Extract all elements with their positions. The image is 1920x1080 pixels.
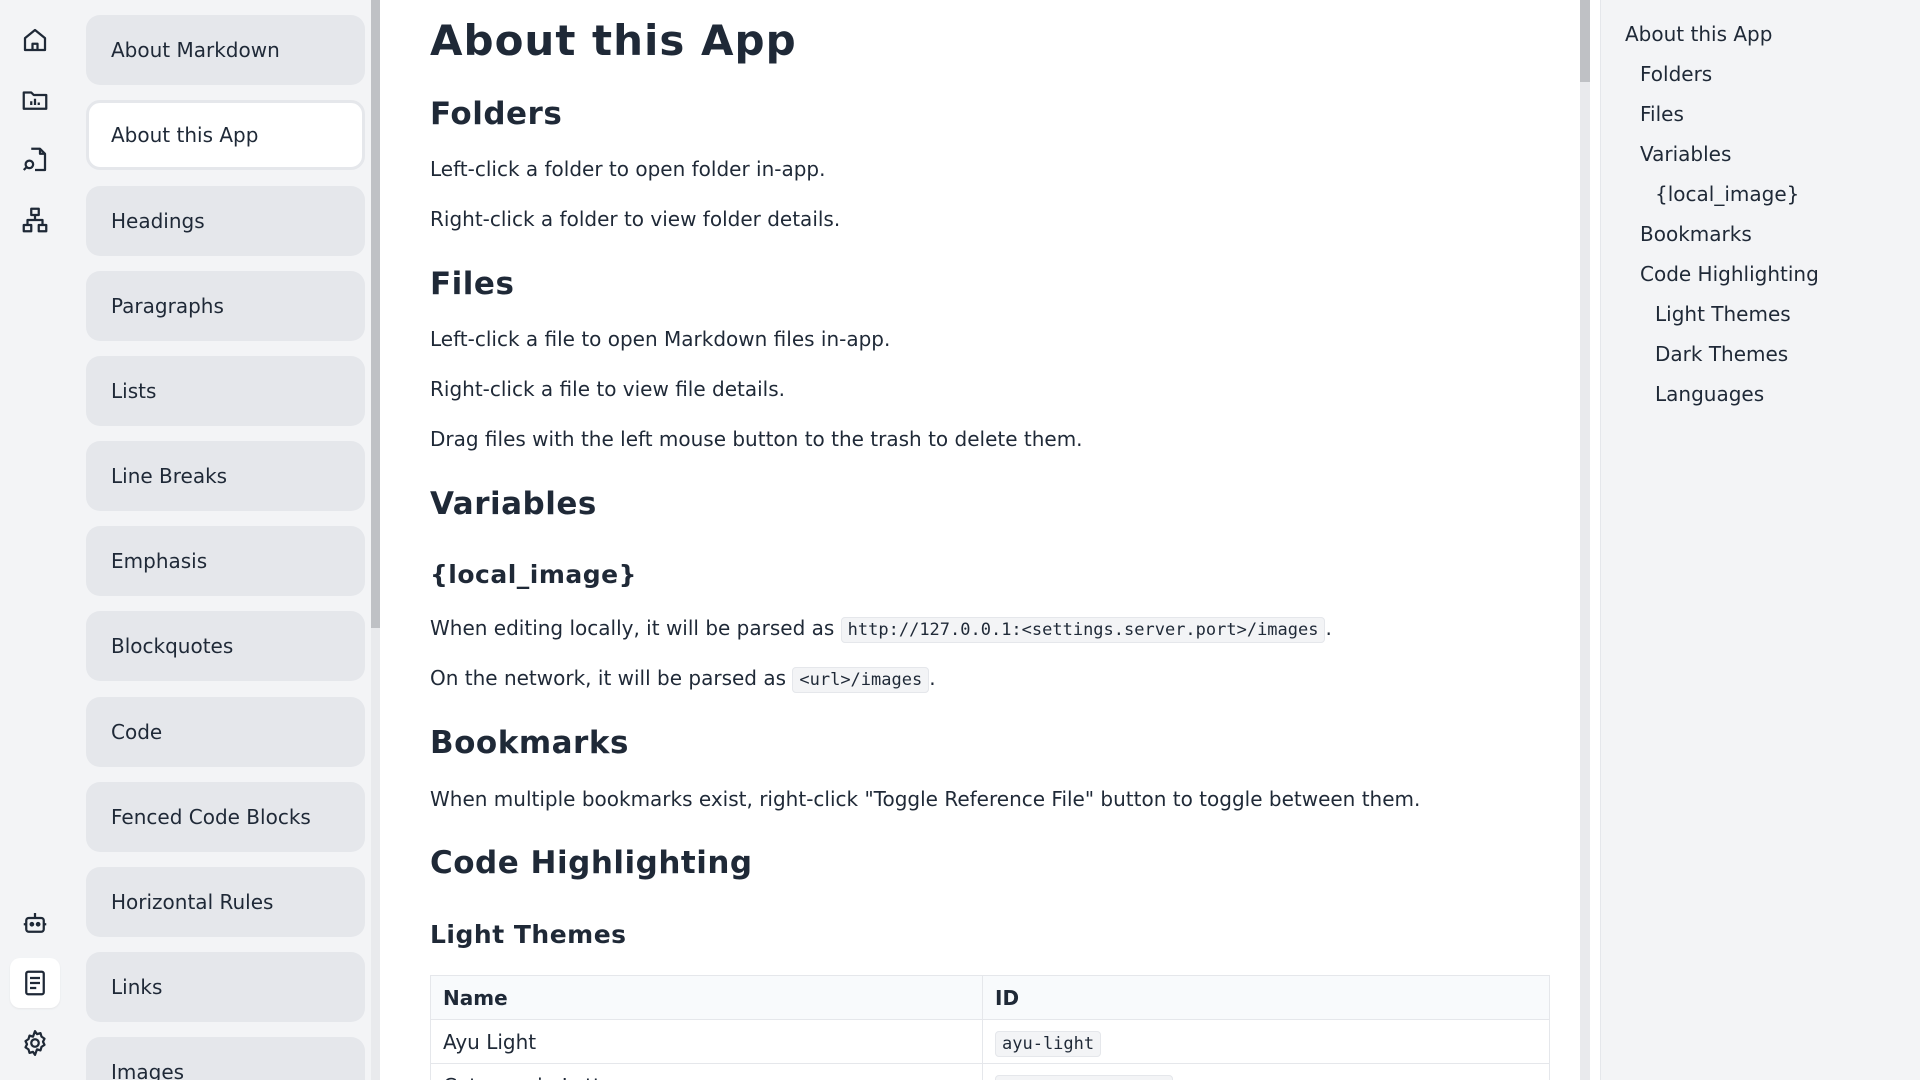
table-header-row: Name ID bbox=[430, 975, 1550, 1020]
toc-item-dark-themes[interactable]: Dark Themes bbox=[1655, 342, 1788, 366]
doc-item-label: Fenced Code Blocks bbox=[111, 805, 311, 829]
table-row: Ayu Light ayu-light bbox=[430, 1019, 1550, 1064]
paragraph: Drag files with the left mouse button to… bbox=[430, 427, 1083, 451]
column-header: ID bbox=[982, 975, 1550, 1020]
table-cell: Ayu Light bbox=[430, 1019, 983, 1064]
doclist-scrollbar[interactable] bbox=[371, 0, 380, 1080]
light-themes-table: Name ID Ayu Light ayu-light Catppuccin L… bbox=[430, 975, 1550, 1080]
heading-files: Files bbox=[430, 266, 515, 302]
heading-variables: Variables bbox=[430, 486, 597, 522]
doc-item-label: Blockquotes bbox=[111, 634, 234, 658]
column-header: Name bbox=[430, 975, 983, 1020]
table-cell: catppuccin-latte bbox=[982, 1063, 1550, 1080]
doc-item-label: Images bbox=[111, 1060, 185, 1080]
doc-item-label: Headings bbox=[111, 209, 205, 233]
toc-item-languages[interactable]: Languages bbox=[1655, 382, 1764, 406]
toc-item-about-this-app[interactable]: About this App bbox=[1625, 22, 1772, 46]
table-cell: ayu-light bbox=[982, 1019, 1550, 1064]
gear-icon[interactable] bbox=[10, 1018, 60, 1068]
doc-item-emphasis[interactable]: Emphasis bbox=[86, 526, 365, 596]
toc-item-bookmarks[interactable]: Bookmarks bbox=[1640, 222, 1752, 246]
heading-bookmarks: Bookmarks bbox=[430, 725, 629, 761]
doc-item-paragraphs[interactable]: Paragraphs bbox=[86, 271, 365, 341]
paragraph-text: On the network, it will be parsed as bbox=[430, 666, 793, 690]
paragraph: When editing locally, it will be parsed … bbox=[430, 616, 1332, 643]
paragraph: Right-click a folder to view folder deta… bbox=[430, 207, 841, 231]
doc-item-label: Lists bbox=[111, 379, 157, 403]
doc-item-label: Code bbox=[111, 720, 163, 744]
file-search-icon[interactable] bbox=[10, 135, 60, 185]
markdown-preview: About this App Folders Left-click a fold… bbox=[380, 0, 1590, 1080]
doc-item-links[interactable]: Links bbox=[86, 952, 365, 1022]
content-scrollbar-thumb[interactable] bbox=[1580, 0, 1590, 82]
inline-code: <url>/images bbox=[792, 667, 930, 693]
doc-item-label: Paragraphs bbox=[111, 294, 224, 318]
paragraph: On the network, it will be parsed as <ur… bbox=[430, 666, 936, 693]
toc-item-folders[interactable]: Folders bbox=[1640, 62, 1712, 86]
heading-light-themes: Light Themes bbox=[430, 920, 627, 949]
icon-rail bbox=[0, 0, 70, 1080]
doc-item-code[interactable]: Code bbox=[86, 697, 365, 767]
doc-item-label: About Markdown bbox=[111, 38, 280, 62]
paragraph: Left-click a file to open Markdown files… bbox=[430, 327, 891, 351]
doclist-scrollbar-thumb[interactable] bbox=[371, 0, 380, 628]
table-row: Catppuccin Latte catppuccin-latte bbox=[430, 1063, 1550, 1080]
doc-item-line-breaks[interactable]: Line Breaks bbox=[86, 441, 365, 511]
doc-item-label: About this App bbox=[111, 123, 259, 147]
heading-code-highlighting: Code Highlighting bbox=[430, 845, 753, 881]
content-scrollbar[interactable] bbox=[1580, 0, 1590, 1080]
doc-item-blockquotes[interactable]: Blockquotes bbox=[86, 611, 365, 681]
chart-folder-icon[interactable] bbox=[10, 75, 60, 125]
paragraph-text: . bbox=[929, 666, 936, 690]
table-cell: Catppuccin Latte bbox=[430, 1063, 983, 1080]
doc-item-horizontal-rules[interactable]: Horizontal Rules bbox=[86, 867, 365, 937]
paragraph-text: When editing locally, it will be parsed … bbox=[430, 616, 841, 640]
doc-item-about-this-app[interactable]: About this App bbox=[86, 100, 365, 170]
inline-code: ayu-light bbox=[995, 1030, 1102, 1057]
doc-item-label: Emphasis bbox=[111, 549, 208, 573]
heading-folders: Folders bbox=[430, 96, 563, 132]
doc-item-label: Line Breaks bbox=[111, 464, 228, 488]
toc-item-local-image[interactable]: {local_image} bbox=[1655, 182, 1799, 206]
doc-item-label: Horizontal Rules bbox=[111, 890, 274, 914]
doc-item-lists[interactable]: Lists bbox=[86, 356, 365, 426]
sitemap-icon[interactable] bbox=[10, 195, 60, 245]
paragraph: Right-click a file to view file details. bbox=[430, 377, 786, 401]
paragraph: Left-click a folder to open folder in-ap… bbox=[430, 157, 826, 181]
inline-code: http://127.0.0.1:<settings.server.port>/… bbox=[840, 617, 1326, 643]
doc-item-fenced-code-blocks[interactable]: Fenced Code Blocks bbox=[86, 782, 365, 852]
paragraph-text: . bbox=[1325, 616, 1332, 640]
toc-item-variables[interactable]: Variables bbox=[1640, 142, 1731, 166]
toc-item-files[interactable]: Files bbox=[1640, 102, 1684, 126]
document-list: About Markdown About this App Headings P… bbox=[70, 0, 380, 1080]
toc-item-light-themes[interactable]: Light Themes bbox=[1655, 302, 1791, 326]
inline-code: catppuccin-latte bbox=[995, 1074, 1173, 1080]
bot-icon[interactable] bbox=[10, 898, 60, 948]
document-icon[interactable] bbox=[10, 958, 60, 1008]
doc-item-about-markdown[interactable]: About Markdown bbox=[86, 15, 365, 85]
doc-item-images[interactable]: Images bbox=[86, 1037, 365, 1080]
home-icon[interactable] bbox=[10, 15, 60, 65]
doc-item-headings[interactable]: Headings bbox=[86, 186, 365, 256]
page-title: About this App bbox=[430, 16, 797, 65]
paragraph: When multiple bookmarks exist, right-cli… bbox=[430, 787, 1421, 811]
toc-item-code-highlighting[interactable]: Code Highlighting bbox=[1640, 262, 1819, 286]
table-of-contents: About this App Folders Files Variables {… bbox=[1600, 0, 1920, 1080]
doc-item-label: Links bbox=[111, 975, 163, 999]
heading-local-image: {local_image} bbox=[430, 560, 637, 589]
